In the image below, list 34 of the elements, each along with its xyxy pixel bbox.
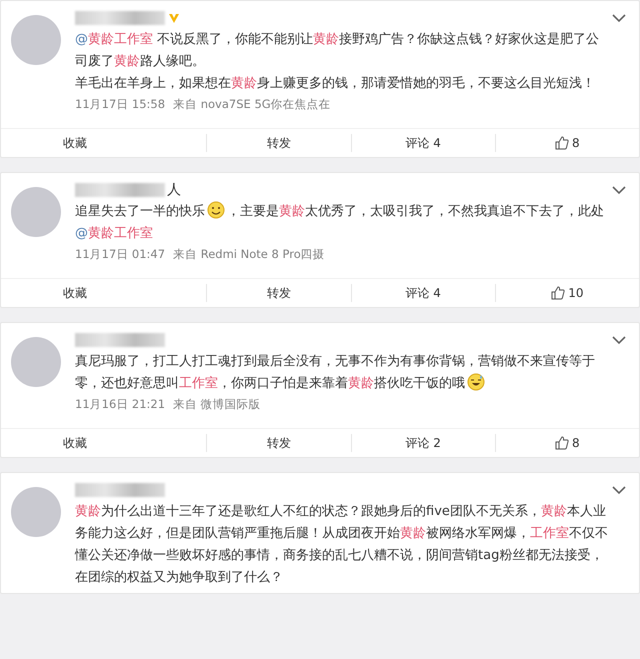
chevron-down-icon[interactable] xyxy=(611,335,627,345)
favorite-button[interactable]: 收藏 xyxy=(63,284,87,302)
comment-button[interactable]: 评论 4 xyxy=(405,284,441,302)
like-button[interactable]: 8 xyxy=(555,436,580,450)
avatar-placeholder xyxy=(11,337,61,387)
post-source: 来自 Redmi Note 8 Pro四摄 xyxy=(173,247,325,262)
post-time: 11月16日 21:21 xyxy=(75,397,166,412)
like-button[interactable]: 8 xyxy=(555,136,580,150)
sweat-smile-icon xyxy=(467,373,485,391)
favorite-button[interactable]: 收藏 xyxy=(63,434,87,452)
smiley-icon xyxy=(207,201,225,219)
favorite-button[interactable]: 收藏 xyxy=(63,134,87,152)
comment-text: 真尼玛服了，打工人打工魂打到最后全没有，无事不作为有事你背锅，营销做不来宣传等于零，还也好意思叫工作室，你两口子怕是来靠着黄龄搭伙吃干饭的哦 xyxy=(75,353,596,393)
avatar-placeholder xyxy=(11,15,61,65)
comment-text: 追星失去了一半的快乐 ，主要是黄龄太优秀了，太吸引我了，不然我真追不下去了，此处 @黄龄工作室 xyxy=(75,201,611,245)
post-time: 11月17日 15:58 xyxy=(75,97,166,112)
comment-button[interactable]: 评论 2 xyxy=(405,434,441,452)
comment-text: 黄龄为什么出道十三年了还是歌红人不红的状态？跟她身后的five团队不无关系，黄龄本人业务能力这么好，但是团队营销严重拖后腿！从成团夜开始黄龄被网络水军网爆，工作室不仅不懂公关还净做一些败坏好感的事情，商务接的乱七八糟不说，阴间营销tag粉丝都无法接受，在团综的权益又为她争取到了什么？ xyxy=(75,503,609,587)
post-time: 11月17日 01:47 xyxy=(75,247,166,262)
avatar-placeholder xyxy=(11,187,61,237)
comment-text: 羊毛出在羊身上，如果想在黄龄身上赚更多的钱，那请爱惜她的羽毛，不要这么目光短浅！ xyxy=(75,75,596,93)
repost-button[interactable]: 转发 xyxy=(266,434,291,452)
post-source: 来自 nova7SE 5G你在焦点在 xyxy=(173,97,331,112)
comment-button[interactable]: 评论 4 xyxy=(405,134,441,152)
post-source: 来自 微博国际版 xyxy=(173,397,261,412)
repost-button[interactable]: 转发 xyxy=(266,284,291,302)
avatar-placeholder xyxy=(11,487,61,537)
repost-button[interactable]: 转发 xyxy=(266,134,291,152)
username[interactable]: 人 xyxy=(167,181,181,199)
like-button[interactable]: 10 xyxy=(551,286,584,300)
chevron-down-icon[interactable] xyxy=(611,485,627,495)
comment-text: @黄龄工作室 不说反黑了，你能不能别让黄龄接野鸡广告？你缺这点钱？好家伙这是肥了公司废了黄龄路人缘吧。 xyxy=(75,31,600,71)
chevron-down-icon[interactable] xyxy=(611,13,627,23)
chevron-down-icon[interactable] xyxy=(611,185,627,195)
